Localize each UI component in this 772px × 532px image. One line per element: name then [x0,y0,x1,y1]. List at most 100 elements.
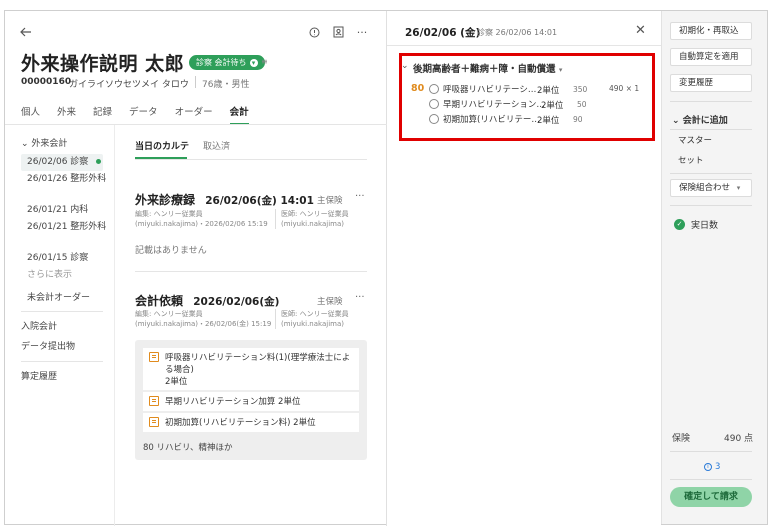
action-sidebar: 初期化・再取込 自動算定を適用 変更履歴 ⌄ 会計に追加 マスター セット 保険… [661,11,767,524]
nav-inpatient-billing[interactable]: 入院会計 [21,320,57,334]
nav-calculation-history[interactable]: 算定履歴 [21,370,57,384]
order-icon [149,396,159,406]
patient-panel: ··· 外来操作説明 太郎 診察 会計待ち ▾ ≡ 00000160 ガイライソ… [5,11,387,526]
select-label: 保険組合わせ [679,183,731,193]
order-item-respiratory-rehab[interactable]: 呼吸器リハビリテーション料(1)(理学療法士による場合) 2単位 [143,348,359,390]
item-units: 2単位 [537,86,560,96]
tab-data[interactable]: データ [129,104,158,125]
confirm-and-bill-button[interactable]: 確定して請求 [670,487,752,507]
nav-data-submission[interactable]: データ提出物 [21,340,75,354]
billing-item-respiratory[interactable]: 呼吸器リハビリテーシ… [429,83,536,95]
nav-item-label: 26/02/06 診察 [27,157,89,167]
divider [135,271,367,272]
subtab-divider [135,159,367,160]
tab-outpatient[interactable]: 外来 [57,104,76,125]
divider [670,129,752,130]
alert-counter[interactable]: i 3 [704,462,720,472]
radio-button[interactable] [429,99,439,109]
status-badge[interactable]: 診察 会計待ち ▾ [189,55,265,70]
item-units: 2単位 [541,101,564,111]
billing-editor: 編集: ヘンリー従業員 (miyuki.nakajima)・26/02/06(金… [135,309,271,329]
chevron-down-icon: ⌄ [21,139,29,149]
record-insurance: 主保険 [317,196,343,206]
active-dot [96,159,102,164]
karte-subtitle: 診察 26/02/06 14:01 [477,28,558,37]
set-button[interactable]: セット [670,153,752,171]
status-label: 診察 会計待ち [196,58,247,67]
billing-item-initial-add[interactable]: 初期加算(リハビリテー… [429,113,540,125]
apply-auto-calc-button[interactable]: 自動算定を適用 [670,48,752,66]
more-icon[interactable]: ··· [353,23,371,41]
subtab-active-indicator [135,157,187,159]
order-name: 呼吸器リハビリテーション料(1)(理学療法士による場合) [165,353,351,375]
master-button[interactable]: マスター [670,133,752,151]
add-to-billing-header[interactable]: ⌄ 会計に追加 [672,113,728,126]
item-name: 初期加算(リハビリテー… [443,115,540,125]
item-points: 90 [573,115,583,124]
actual-days-toggle[interactable]: ✓ 実日数 [674,218,718,231]
item-units: 2単位 [537,116,560,126]
order-item-early-rehab[interactable]: 早期リハビリテーション加算 2単位 [143,392,359,411]
nav-item-visit-0121-internal[interactable]: 26/01/21 内科 [27,203,88,217]
back-arrow-icon[interactable] [17,23,35,41]
billing-more-icon[interactable]: ··· [355,292,365,303]
actual-days-label: 実日数 [691,221,719,231]
record-card-title: 外来診療録 26/02/06(金) 14:01 [135,191,314,208]
divider [195,76,196,88]
order-icon [149,417,159,427]
chevron-down-icon: ⌄ [672,116,680,126]
doctor-line-1: 医師: ヘンリー従業員 [281,210,349,218]
radio-button[interactable] [429,84,439,94]
tab-records[interactable]: 記録 [93,104,112,125]
info-icon[interactable] [305,23,323,41]
alert-count-value: 3 [715,462,721,472]
nav-group-label: 外来会計 [31,139,68,149]
billing-item-early-rehab[interactable]: 早期リハビリテーション… [429,98,545,110]
insurance-total-points: 490 点 [724,434,754,444]
info-icon: i [704,463,712,471]
item-points: 350 [573,85,588,94]
chevron-down-icon: ▾ [249,58,258,67]
nav-group-outpatient[interactable]: ⌄ 外来会計 [21,137,67,151]
divider [670,451,752,452]
divider [387,45,661,46]
record-title: 外来診療録 [135,193,196,207]
nav-item-visit-0115[interactable]: 26/01/15 診察 [27,251,88,265]
menu-icon[interactable]: ≡ [261,57,268,66]
billing-detail-panel: 26/02/06 (金) 診察 26/02/06 14:01 ✕ ⌄ 後期高齢者… [387,11,661,526]
insurance-total-label: 保険 [672,434,691,444]
nav-item-visit-0121-ortho[interactable]: 26/01/21 整形外科 [27,220,107,234]
tab-orders[interactable]: オーダー [175,104,213,125]
person-card-icon[interactable] [329,23,347,41]
change-history-button[interactable]: 変更履歴 [670,74,752,92]
nav-item-visit-0126[interactable]: 26/01/26 整形外科 [27,172,107,186]
show-more-link[interactable]: さらに表示 [27,268,72,282]
patient-id: 00000160 [21,77,72,87]
reset-reimport-button[interactable]: 初期化・再取込 [670,22,752,40]
group-title-text: 後期高齢者＋難病＋障・自動償還 [413,64,556,75]
item-total: 490 × 1 [609,84,640,93]
close-icon[interactable]: ✕ [635,23,646,38]
order-name: 初期加算(リハビリテーション料) 2単位 [165,418,316,428]
record-editor: 編集: ヘンリー従業員 (miyuki.nakajima)・2026/02/06… [135,209,268,229]
subtab-imported[interactable]: 取込済 [203,139,230,152]
billing-order-box: 呼吸器リハビリテーション料(1)(理学療法士による場合) 2単位 早期リハビリテ… [135,340,367,460]
chevron-down-icon[interactable]: ⌄ [401,61,409,71]
doctor-line-2: (miyuki.nakajima) [281,320,344,328]
check-circle-icon: ✓ [674,219,685,230]
subtab-today-karte[interactable]: 当日のカルテ [135,139,189,152]
tab-personal[interactable]: 個人 [21,104,40,125]
radio-button[interactable] [429,114,439,124]
item-name: 呼吸器リハビリテーシ… [443,85,537,95]
divider [21,361,103,362]
insurance-combination-select[interactable]: 保険組合わせ ▾ [670,179,752,197]
record-more-icon[interactable]: ··· [355,191,365,202]
nav-item-visit-0206[interactable]: 26/02/06 診察 [27,155,102,169]
divider [670,173,752,174]
order-item-initial-add[interactable]: 初期加算(リハビリテーション料) 2単位 [143,413,359,432]
insurance-group-title[interactable]: 後期高齢者＋難病＋障・自動償還 ▾ [413,61,562,75]
tab-billing[interactable]: 会計 [229,104,249,125]
divider [670,101,752,102]
nav-unbilled-orders[interactable]: 未会計オーダー [27,291,90,305]
billing-doctor: 医師: ヘンリー従業員 (miyuki.nakajima) [275,309,349,329]
